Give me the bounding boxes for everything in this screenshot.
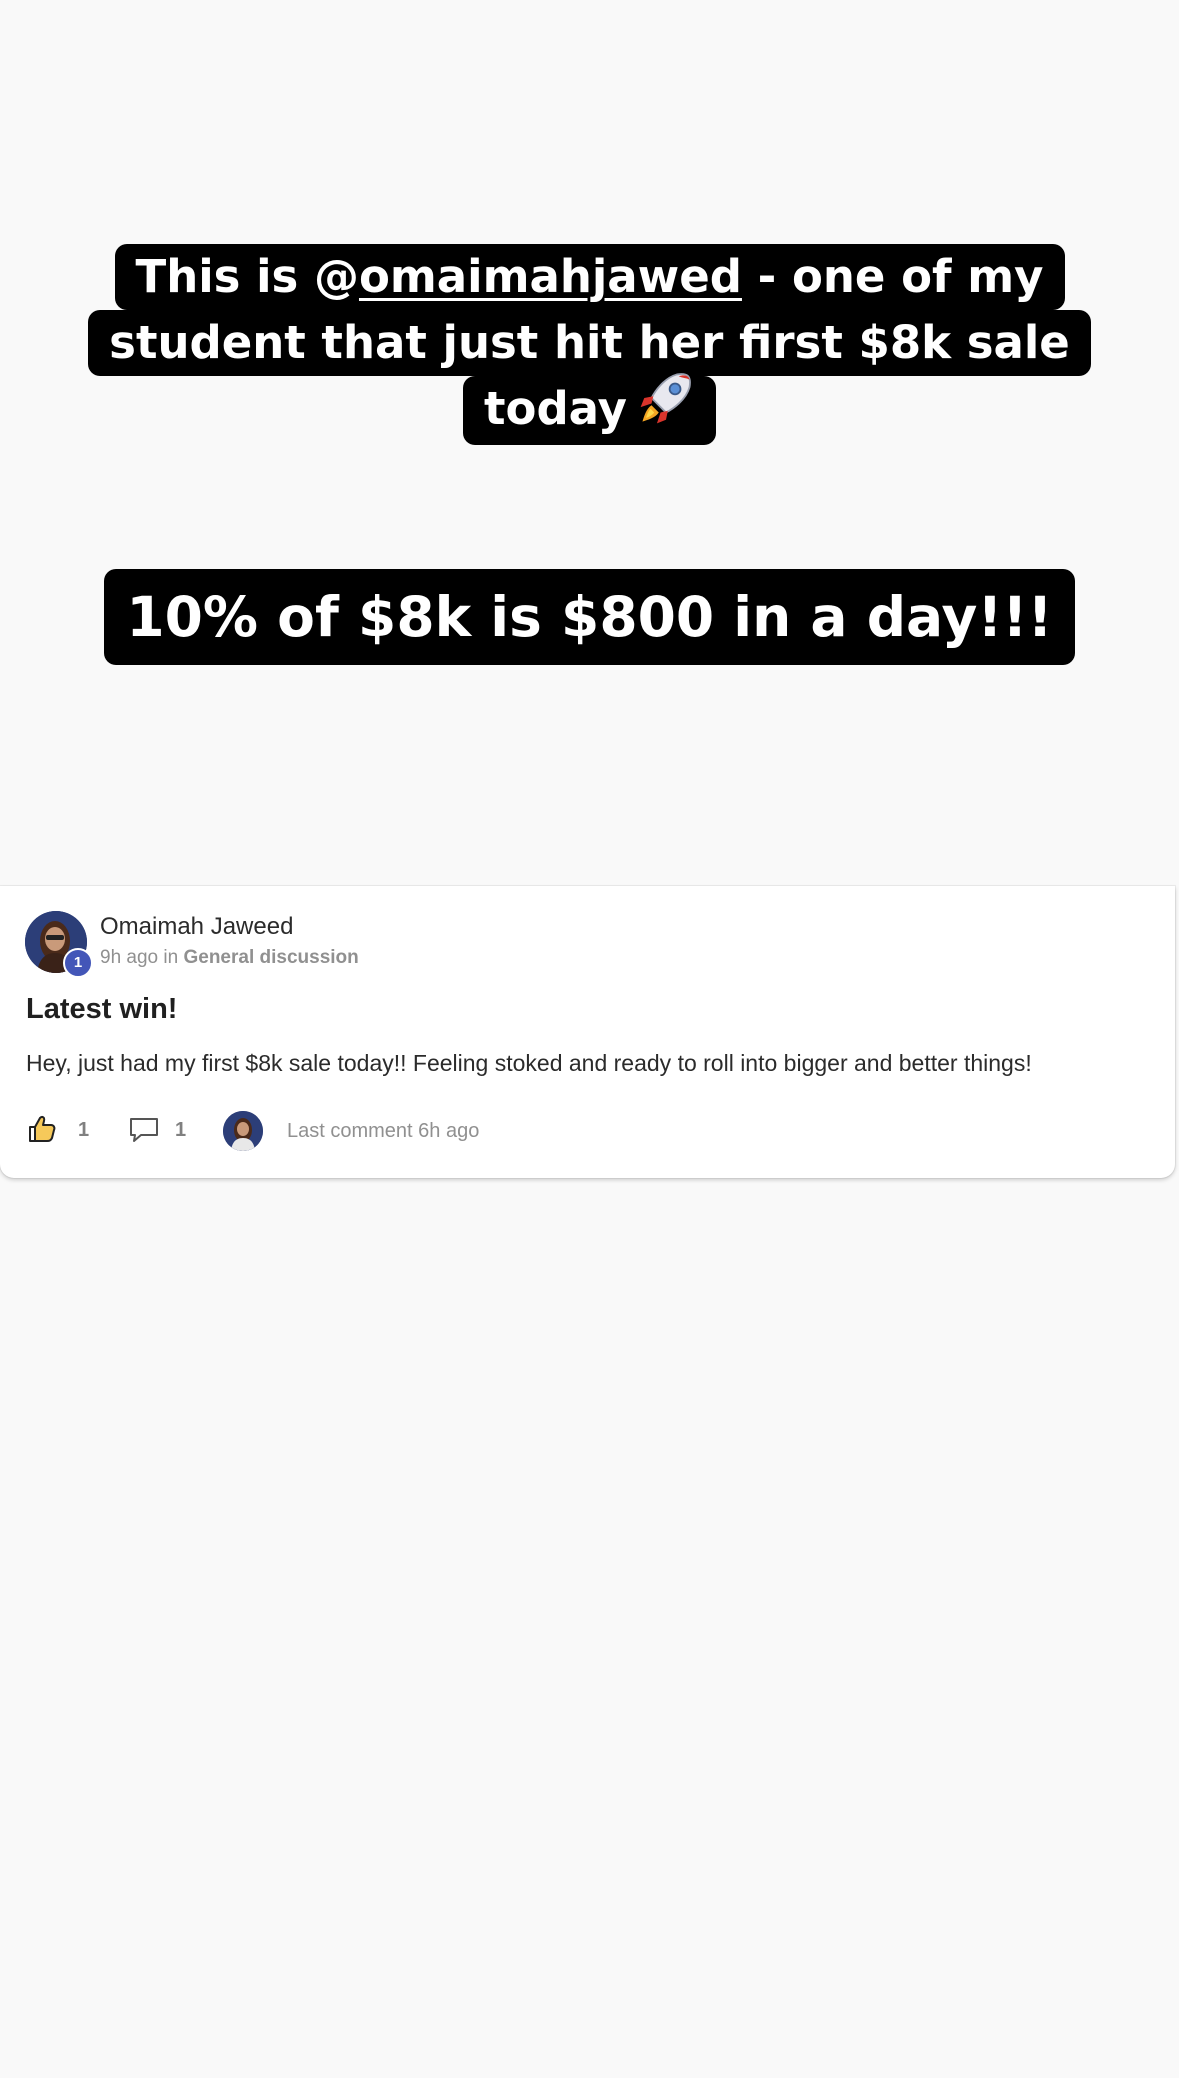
- post-body[interactable]: Hey, just had my first $8k sale today!! …: [26, 1050, 1032, 1077]
- mention-link[interactable]: omaimahjawed: [359, 250, 742, 303]
- last-comment-time: Last comment 6h ago: [287, 1120, 480, 1142]
- story-screen: This is @omaimahjawed - one of my studen…: [0, 0, 1179, 2078]
- rocket-icon: [637, 369, 695, 445]
- post-actions: 1 1 Last comment 6h ago: [26, 1111, 626, 1151]
- comment-icon[interactable]: [128, 1115, 160, 1145]
- caption-line-3: today: [463, 373, 716, 445]
- commenter-avatar[interactable]: [223, 1111, 263, 1151]
- caption-line-1: This is @omaimahjawed - one of my: [114, 244, 1065, 310]
- thumbs-up-icon[interactable]: [26, 1113, 58, 1145]
- post-card[interactable]: 1 Omaimah Jaweed 9h ago in General discu…: [0, 886, 1175, 1178]
- caption-line-2: student that just hit her first $8k sale: [88, 310, 1091, 376]
- like-count: 1: [78, 1119, 90, 1141]
- meta-in: in: [158, 947, 184, 968]
- category-link[interactable]: General discussion: [183, 947, 358, 968]
- post-time: 9h ago: [100, 947, 159, 968]
- story-caption-2: 10% of $8k is $800 in a day!!!: [0, 569, 1179, 665]
- author-avatar-wrap[interactable]: 1: [25, 911, 93, 978]
- author-name[interactable]: Omaimah Jaweed: [100, 913, 293, 941]
- level-badge: 1: [63, 948, 93, 978]
- comment-count: 1: [175, 1119, 187, 1141]
- caption-line-3-text: today: [484, 382, 627, 435]
- story-caption-1: This is @omaimahjawed - one of my studen…: [0, 244, 1179, 445]
- post-meta: 9h ago in General discussion: [100, 947, 359, 969]
- post-title[interactable]: Latest win!: [26, 993, 177, 1026]
- caption-suffix: - one of my: [741, 250, 1044, 303]
- caption-prefix: This is @: [135, 250, 359, 303]
- caption-2-line: 10% of $8k is $800 in a day!!!: [104, 569, 1075, 665]
